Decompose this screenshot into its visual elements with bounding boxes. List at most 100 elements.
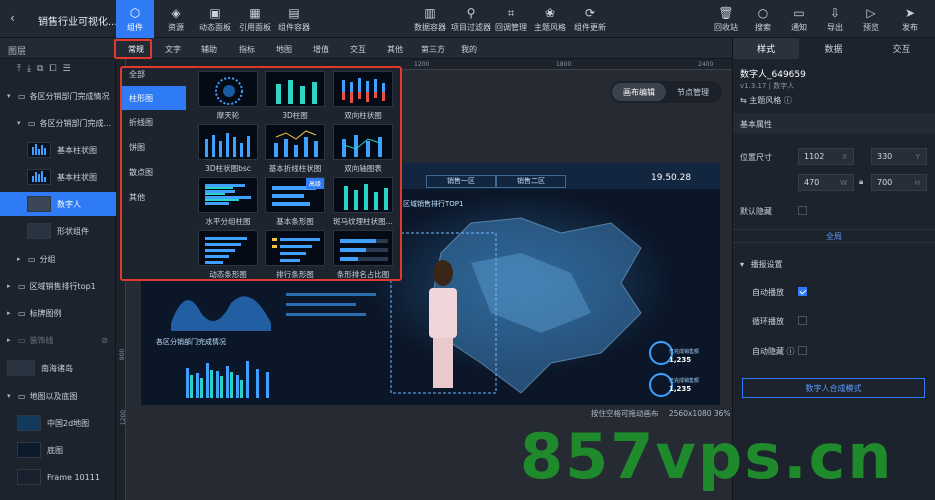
y-unit: Y [915,152,920,161]
align-top-icon[interactable]: ⤒ [17,64,21,78]
global-link[interactable]: 全局 [826,231,842,242]
ruler-label: 2400 [698,61,714,68]
picker-item[interactable]: 水平分组柱图 [198,177,258,227]
auto-play-label: 自动播放 [752,288,784,297]
layer-label: 基本柱状图 [57,145,97,155]
layer-thumbnail [27,196,51,212]
tab-auxiliary[interactable]: 辅助 [201,44,217,55]
toolbar-components-button[interactable]: ⬡ 组件 [116,0,154,38]
picker-category-scatter[interactable]: 散点图 [122,160,186,184]
layer-item[interactable]: 中国2d地图 [0,411,116,435]
tab-style[interactable]: 样式 [733,38,799,59]
x-field[interactable]: 1102 X [798,148,854,165]
tab-text[interactable]: 文字 [165,44,181,55]
tab-mine[interactable]: 我的 [461,44,477,55]
layer-label: 各区分销部门完成情况 [29,91,110,101]
help-icon: ⓘ [783,96,792,105]
toolbar-publish-button[interactable]: ➤ 发布 [896,0,924,38]
layer-group[interactable]: ▾ ▭ 各区分销部门完成情况 [0,84,116,108]
category-bar [0,38,732,59]
layer-group[interactable]: ▸ ▭ 区域销售排行top1 [0,274,116,298]
layer-item[interactable]: 基本柱状图 [0,165,116,189]
loop-play-checkbox[interactable] [798,316,807,325]
auto-play-checkbox[interactable] [798,287,807,296]
height-field[interactable]: 700 H [871,174,927,191]
layer-group[interactable]: ▾ ▭ 地图以及底图 [0,384,116,408]
layer-item[interactable]: 形状组件 [0,219,116,243]
screen-stat-value: 1,235 [669,356,692,364]
toolbar-notify-button[interactable]: ▭ 通知 [786,0,812,38]
picker-category-all[interactable]: 全部 [122,62,186,86]
toolbar-trash-button[interactable]: 🗑 回收站 [712,0,740,38]
filter-icon: ⚲ [466,5,476,20]
tab-third-party[interactable]: 第三方 [421,44,445,55]
layer-item[interactable]: Frame 10111 [0,465,116,489]
picker-category-other[interactable]: 其他 [122,185,186,209]
layer-item[interactable]: 南海诸岛 [0,356,116,380]
ungroup-icon[interactable]: ⧠ [49,64,56,78]
layer-label: 基本柱状图 [57,172,97,182]
y-field[interactable]: 330 Y [871,148,927,165]
chevron-right-icon: ▸ [17,255,21,263]
tab-interaction[interactable]: 交互 [350,44,366,55]
tab-interaction-props[interactable]: 交互 [868,38,935,59]
theme-icon: ❀ [544,5,556,20]
toolbar-theme-button[interactable]: ❀ 主题风格 [533,0,567,38]
toolbar-update-button[interactable]: ⟳ 组件更新 [572,0,608,38]
picker-category-bar[interactable]: 柱形图 [122,86,186,110]
picker-item[interactable]: 3D柱状图bsc [198,124,258,174]
layer-group-hidden[interactable]: ▸ ▭ 装饰线 ⊘ [0,328,116,352]
default-hide-checkbox[interactable] [798,206,807,215]
toolbar-callback-button[interactable]: ⌗ 回调管理 [494,0,528,38]
tab-value-added[interactable]: 增值 [313,44,329,55]
layer-item-selected[interactable]: 数字人 [0,192,116,216]
width-field[interactable]: 470 W [798,174,854,191]
node-manage-button[interactable]: 节点管理 [666,83,720,101]
picker-item[interactable]: 3D柱图 [265,71,325,121]
toolbar-export-button[interactable]: ⇩ 导出 [822,0,848,38]
tab-data[interactable]: 数据 [800,38,867,59]
toolbar-data-container-button[interactable]: ▥ 数据容器 [413,0,447,38]
canvas-edit-button[interactable]: 画布编辑 [612,83,666,101]
play-settings-header[interactable]: ▾ 播报设置 [740,259,783,270]
toolbar-ref-panel-button[interactable]: ▦ 引用面板 [238,0,272,38]
layer-group[interactable]: ▾ ▭ 各区分销部门完成... [0,111,116,135]
layer-group[interactable]: ▸ ▭ 标牌图例 [0,301,116,325]
toolbar-container-button[interactable]: ▤ 组件容器 [276,0,312,38]
toolbar-dynamic-panel-button[interactable]: ▣ 动态面板 [198,0,232,38]
toolbar-filter-button[interactable]: ⚲ 项目过滤器 [451,0,491,38]
lock-ratio-icon[interactable]: 🔒︎ [859,177,863,187]
layer-thumbnail [27,169,51,185]
align-bottom-icon[interactable]: ⤓ [27,64,31,78]
picker-category-pie[interactable]: 饼图 [122,135,186,159]
group-icon[interactable]: ⧉ [37,64,43,78]
component-name: 数字人_649659 [740,70,806,80]
tab-indicator[interactable]: 指标 [239,44,255,55]
theme-style-link[interactable]: ⇆ 主题风格 ⓘ [740,95,792,106]
layer-item[interactable]: 底图 [0,438,116,462]
layer-group[interactable]: ▸ ▭ 分组 [0,247,116,271]
toolbar-search-button[interactable]: ○ 搜索 [750,0,776,38]
item-label: 条形排名占比图 [336,270,390,279]
toolbar-resources-button[interactable]: ◈ 资源 [160,0,192,38]
list-icon[interactable]: ☰ [63,64,71,78]
toolbar-preview-button[interactable]: ▷ 预览 [858,0,884,38]
picker-item[interactable]: 双向柱状图 [333,71,393,121]
picker-item[interactable]: 双向轴图表 [333,124,393,174]
picker-item[interactable]: 排行条形图 [265,230,325,280]
digital-human-synth-button[interactable]: 数字人合成模式 [742,378,925,398]
eye-off-icon[interactable]: ⊘ [101,336,108,345]
picker-category-line[interactable]: 折线图 [122,110,186,134]
picker-item[interactable]: 高级 基本条形图 [265,177,325,227]
position-size-label: 位置尺寸 [740,153,772,162]
picker-item[interactable]: 斑马纹理柱状图... [333,177,393,227]
tab-map[interactable]: 地图 [276,44,292,55]
picker-item[interactable]: 条形排名占比图 [333,230,393,280]
auto-hide-checkbox[interactable] [798,346,807,355]
tab-other[interactable]: 其他 [387,44,403,55]
picker-item[interactable]: 动态条形图 [198,230,258,280]
chevron-left-icon[interactable]: ‹ [10,11,15,25]
layer-item[interactable]: 基本柱状图 [0,138,116,162]
picker-item[interactable]: 摩天轮 [198,71,258,121]
picker-item[interactable]: 基本折线柱状图 [265,124,325,174]
